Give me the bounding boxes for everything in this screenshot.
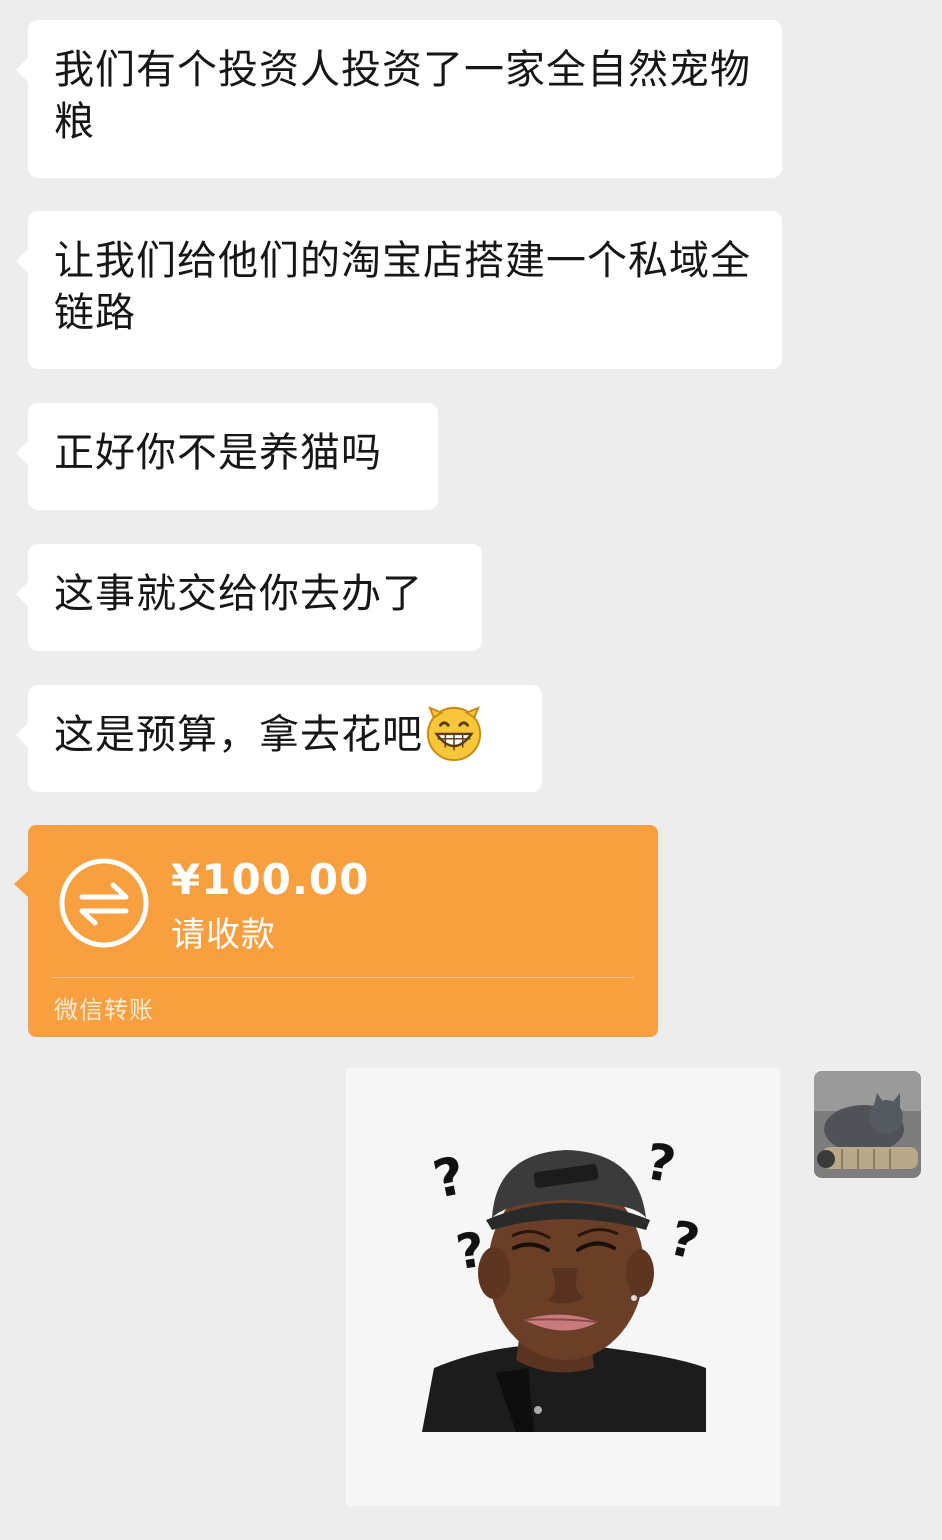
message-text: 这事就交给你去办了 (54, 571, 423, 617)
svg-text:?: ? (664, 1210, 705, 1271)
message-bubble[interactable]: 这是预算，拿去花吧 (16, 685, 542, 792)
message-text: 我们有个投资人投资了一家全自然宠物粮 (54, 47, 751, 145)
transfer-divider (52, 977, 634, 978)
transfer-card[interactable]: ¥100.00 请收款 微信转账 (14, 825, 658, 1037)
message-bubble[interactable]: 这事就交给你去办了 (16, 544, 482, 651)
transfer-footer: 微信转账 (54, 996, 154, 1024)
svg-text:?: ? (453, 1222, 488, 1281)
grinning-face-emoji (426, 706, 482, 762)
transfer-status: 请收款 (171, 915, 276, 955)
svg-text:?: ? (428, 1146, 470, 1211)
message-bubble[interactable]: 正好你不是养猫吗 (16, 403, 438, 510)
message-bubble[interactable]: 我们有个投资人投资了一家全自然宠物粮 (16, 20, 782, 178)
message-text: 这是预算，拿去花吧 (54, 712, 423, 758)
cat-avatar[interactable] (814, 1071, 921, 1178)
cat-avatar-image (814, 1071, 921, 1178)
message-text: 正好你不是养猫吗 (54, 430, 382, 476)
sticker-image: ? ? ? ? (422, 1132, 706, 1432)
transfer-amount: ¥100.00 (171, 855, 370, 904)
message-text: 让我们给他们的淘宝店搭建一个私域全链路 (54, 238, 751, 336)
message-bubble[interactable]: 让我们给他们的淘宝店搭建一个私域全链路 (16, 211, 782, 369)
confused-man-sticker[interactable]: ? ? ? ? (346, 1068, 780, 1506)
svg-text:?: ? (641, 1132, 680, 1194)
transfer-arrows-icon (59, 858, 149, 948)
